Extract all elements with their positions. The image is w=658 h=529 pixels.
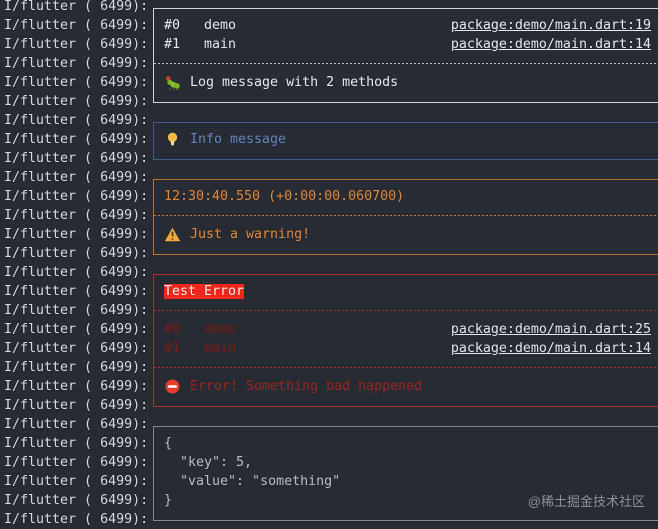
log-prefix: I/flutter ( 6499): bbox=[4, 92, 148, 111]
stack-frame-row: #1 main package:demo/main.dart:14 bbox=[154, 35, 658, 54]
log-prefix: I/flutter ( 6499): bbox=[4, 453, 148, 472]
log-prefix: I/flutter ( 6499): bbox=[4, 187, 148, 206]
stack-frame: #0 demo bbox=[164, 18, 236, 33]
log-message-row: Log message with 2 methods bbox=[154, 73, 658, 92]
error-title-row: Test Error bbox=[154, 282, 658, 301]
json-line: "key": 5, bbox=[154, 453, 658, 472]
log-prefix: I/flutter ( 6499): bbox=[4, 339, 148, 358]
json-text: } bbox=[164, 493, 172, 508]
log-prefix: I/flutter ( 6499): bbox=[4, 415, 148, 434]
stack-frame: #0 demo bbox=[164, 322, 236, 337]
stack-link[interactable]: package:demo/main.dart:25 bbox=[451, 322, 651, 337]
log-message-row: Error! Something bad happened bbox=[154, 377, 658, 396]
json-line: } @稀土掘金技术社区 bbox=[154, 491, 658, 510]
log-prefix: I/flutter ( 6499): bbox=[4, 35, 148, 54]
log-prefix: I/flutter ( 6499): bbox=[4, 54, 148, 73]
log-prefix: I/flutter ( 6499): bbox=[4, 263, 148, 282]
log-prefix: I/flutter ( 6499): bbox=[4, 168, 148, 187]
log-prefix: I/flutter ( 6499): bbox=[4, 225, 148, 244]
box-divider bbox=[154, 358, 658, 377]
stack-link[interactable]: package:demo/main.dart:19 bbox=[451, 18, 651, 33]
log-message: Info message bbox=[190, 132, 286, 147]
log-prefix: I/flutter ( 6499): bbox=[4, 396, 148, 415]
log-prefix: I/flutter ( 6499): bbox=[4, 130, 148, 149]
timestamp: 12:30:40.550 (+0:00:00.060700) bbox=[164, 189, 404, 204]
log-box-info: Info message bbox=[153, 122, 658, 160]
log-prefix: I/flutter ( 6499): bbox=[4, 510, 148, 529]
watermark: @稀土掘金技术社区 bbox=[528, 491, 645, 510]
log-box-warning: 12:30:40.550 (+0:00:00.060700) Just a wa… bbox=[153, 179, 658, 255]
log-prefix: I/flutter ( 6499): bbox=[4, 0, 148, 16]
stack-frame-row: #0 demo package:demo/main.dart:25 bbox=[154, 320, 658, 339]
log-box-error: Test Error #0 demo package:demo/main.dar… bbox=[153, 274, 658, 407]
log-prefix: I/flutter ( 6499): bbox=[4, 149, 148, 168]
lightbulb-icon bbox=[164, 132, 181, 148]
box-divider bbox=[154, 206, 658, 225]
stack-link[interactable]: package:demo/main.dart:14 bbox=[451, 341, 651, 356]
stack-frame-row: #0 demo package:demo/main.dart:19 bbox=[154, 16, 658, 35]
log-prefix: I/flutter ( 6499): bbox=[4, 377, 148, 396]
stack-link[interactable]: package:demo/main.dart:14 bbox=[451, 37, 651, 52]
json-line: "value": "something" bbox=[154, 472, 658, 491]
stack-frame: #1 main bbox=[164, 341, 236, 356]
json-text: { bbox=[164, 436, 172, 451]
terminal-output[interactable]: I/flutter ( 6499):I/flutter ( 6499):I/fl… bbox=[0, 0, 658, 529]
box-divider bbox=[154, 54, 658, 73]
json-text: "key": 5, bbox=[164, 455, 252, 470]
log-prefix: I/flutter ( 6499): bbox=[4, 491, 148, 510]
log-prefix: I/flutter ( 6499): bbox=[4, 111, 148, 130]
error-title: Test Error bbox=[164, 284, 244, 299]
json-text: "value": "something" bbox=[164, 474, 340, 489]
log-message: Error! Something bad happened bbox=[190, 379, 422, 394]
bug-icon bbox=[164, 75, 181, 91]
no-entry-icon bbox=[164, 379, 181, 394]
log-prefix: I/flutter ( 6499): bbox=[4, 472, 148, 491]
log-prefix: I/flutter ( 6499): bbox=[4, 320, 148, 339]
stack-frame-row: #1 main package:demo/main.dart:14 bbox=[154, 339, 658, 358]
log-prefix: I/flutter ( 6499): bbox=[4, 301, 148, 320]
log-message: Log message with 2 methods bbox=[190, 75, 398, 90]
warning-icon bbox=[164, 227, 181, 242]
log-prefix: I/flutter ( 6499): bbox=[4, 206, 148, 225]
timestamp-row: 12:30:40.550 (+0:00:00.060700) bbox=[154, 187, 658, 206]
log-prefix: I/flutter ( 6499): bbox=[4, 244, 148, 263]
log-message-row: Info message bbox=[154, 130, 658, 149]
log-prefix: I/flutter ( 6499): bbox=[4, 434, 148, 453]
log-prefix: I/flutter ( 6499): bbox=[4, 358, 148, 377]
log-box-debug: #0 demo package:demo/main.dart:19 #1 mai… bbox=[153, 8, 658, 103]
box-divider bbox=[154, 301, 658, 320]
log-prefix: I/flutter ( 6499): bbox=[4, 282, 148, 301]
log-prefix-column: I/flutter ( 6499):I/flutter ( 6499):I/fl… bbox=[4, 0, 148, 529]
json-line: { bbox=[154, 434, 658, 453]
log-prefix: I/flutter ( 6499): bbox=[4, 16, 148, 35]
log-message-row: Just a warning! bbox=[154, 225, 658, 244]
log-message: Just a warning! bbox=[190, 227, 310, 242]
log-box-json: { "key": 5, "value": "something" } @稀土掘金… bbox=[153, 426, 658, 521]
log-prefix: I/flutter ( 6499): bbox=[4, 73, 148, 92]
stack-frame: #1 main bbox=[164, 37, 236, 52]
